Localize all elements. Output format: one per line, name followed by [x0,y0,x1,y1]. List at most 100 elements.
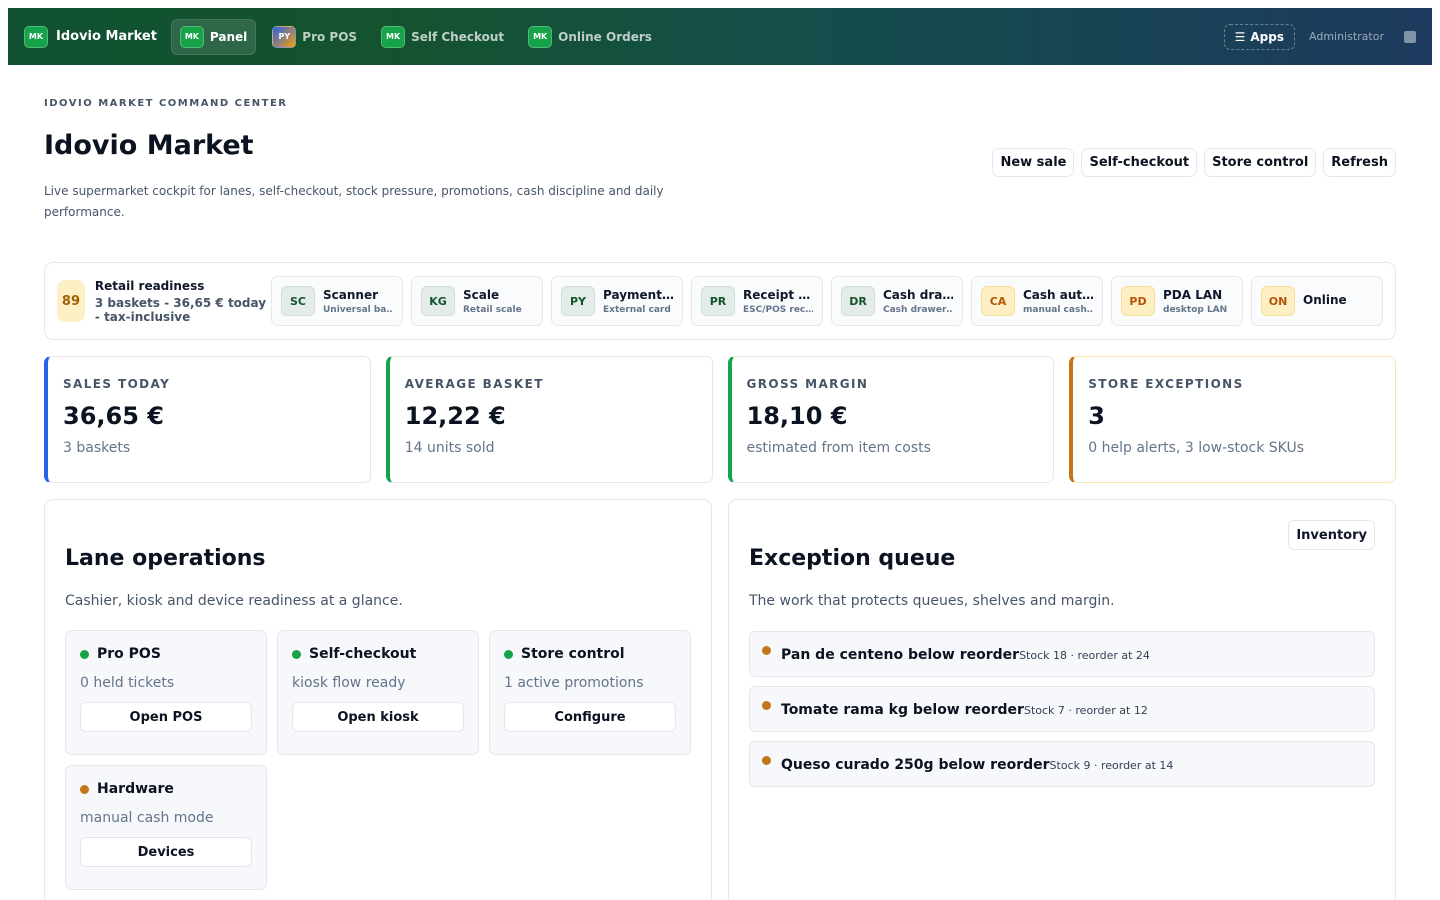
kpi-sub: 14 units sold [404,440,495,456]
online-icon: ON [1261,286,1295,316]
exception-title: Pan de centeno below reorder [781,647,1020,663]
exception-title: Queso curado 250g below reorder [781,757,1050,773]
exception-list: Pan de centeno below reorderStock 18 · r… [749,631,1375,787]
kpi-sub: 3 baskets [63,440,131,456]
user-menu-icon[interactable] [1404,30,1416,43]
device-sub: manual cash mode [1023,304,1093,315]
device-sub: ESC/POS receipt [743,304,813,315]
kpi-sub: 0 help alerts, 3 low-stock SKUs [1088,440,1304,456]
device-name: Receipt printer [743,287,813,302]
user-name[interactable]: Administrator [1309,30,1384,43]
page-eyebrow: IDOVIO MARKET COMMAND CENTER [44,98,288,109]
refresh-button[interactable]: Refresh [1323,148,1396,177]
exception-queue-panel: Inventory Exception queue The work that … [728,499,1396,900]
exception-meta: Stock 7 · reorder at 12 [1023,704,1148,717]
device-name: Online [1303,292,1347,307]
lane-status: 1 active promotions [504,675,644,691]
readiness-text: Retail readiness 3 baskets - 36,65 € tod… [95,279,269,324]
readiness-summary: 3 baskets - 36,65 € today - tax-inclusiv… [94,295,267,324]
lane-card-pro-pos: Pro POS 0 held tickets Open POS [65,630,267,755]
cash-drawer-icon: DR [841,286,875,316]
brand[interactable]: MK Idovio Market [24,25,157,48]
device-sub: Retail scale [463,304,522,315]
device-name: Cash drawer [883,287,953,302]
tab-panel[interactable]: MK Panel [170,18,257,55]
warning-dot-icon [762,756,771,765]
device-chip-receipt-printer[interactable]: PR Receipt printer ESC/POS receipt [691,276,823,326]
status-ok-icon [504,649,513,659]
lane-status: kiosk flow ready [292,675,406,691]
devices-button[interactable]: Devices [80,837,252,867]
exception-item[interactable]: Tomate rama kg below reorderStock 7 · re… [749,686,1375,732]
kpi-average-basket: AVERAGE BASKET 12,22 € 14 units sold [385,356,713,483]
device-chip-scale[interactable]: KG Scale Retail scale [411,276,543,326]
open-pos-button[interactable]: Open POS [80,702,252,732]
self-checkout-app-icon: MK [381,25,406,48]
device-chip-payment[interactable]: PY Payment terminal External card [551,276,683,326]
exception-meta: Stock 18 · reorder at 24 [1019,649,1150,662]
exception-item[interactable]: Pan de centeno below reorderStock 18 · r… [749,631,1375,677]
new-sale-button[interactable]: New sale [992,148,1075,177]
tab-online-orders[interactable]: MK Online Orders [520,20,660,54]
kpi-label: SALES TODAY [63,377,171,391]
kpi-label: STORE EXCEPTIONS [1088,377,1244,391]
lane-status: manual cash mode [80,810,214,826]
page-subtitle: Live supermarket cockpit for lanes, self… [44,184,664,219]
exception-title: Tomate rama kg below reorder [781,702,1024,718]
kpi-sales-today: SALES TODAY 36,65 € 3 baskets [44,356,371,483]
exception-queue-subtitle: The work that protects queues, shelves a… [749,593,1115,609]
scanner-icon: SC [281,286,315,316]
lane-operations-title: Lane operations [65,546,266,571]
apps-button[interactable]: ☰ Apps [1223,23,1295,50]
kpi-sub: estimated from item costs [746,440,931,456]
readiness-score: 89 [57,280,85,322]
open-kiosk-button[interactable]: Open kiosk [292,702,464,732]
status-warning-icon [80,784,89,794]
device-name: Payment terminal [603,287,673,302]
kpi-value: 3 [1088,402,1105,430]
kpi-value: 36,65 € [63,402,164,430]
configure-button[interactable]: Configure [504,702,676,732]
lane-name: Hardware [97,781,174,797]
payment-icon: PY [561,286,595,316]
device-sub: External card [603,304,671,315]
header-actions: New sale Self-checkout Store control Ref… [992,148,1396,177]
device-sub: Cash drawer kick [883,304,953,315]
brand-logo-icon: MK [24,25,48,48]
kpi-store-exceptions: STORE EXCEPTIONS 3 0 help alerts, 3 low-… [1069,356,1396,483]
menu-icon: ☰ [1234,29,1246,44]
device-chip-pda-lan[interactable]: PD PDA LAN desktop LAN [1111,276,1243,326]
store-control-button[interactable]: Store control [1204,148,1317,177]
device-sub: Universal barcode [323,304,393,315]
exception-meta: Stock 9 · reorder at 14 [1049,759,1174,772]
device-chip-cash-drawer[interactable]: DR Cash drawer Cash drawer kick [831,276,963,326]
lane-card-hardware: Hardware manual cash mode Devices [65,765,267,890]
top-navigation-bar: MK Idovio Market MK Panel PY Pro POS MK … [8,8,1432,65]
kpi-value: 12,22 € [404,402,506,430]
pda-icon: PD [1121,286,1155,316]
panel-app-icon: MK [179,25,204,48]
readiness-title: Retail readiness [94,278,205,293]
lane-name: Store control [521,646,625,662]
lane-name: Self-checkout [309,646,417,662]
exception-item[interactable]: Queso curado 250g below reorderStock 9 ·… [749,741,1375,787]
self-checkout-button[interactable]: Self-checkout [1081,148,1198,177]
apps-label: Apps [1250,29,1284,44]
lane-operations-panel: Lane operations Cashier, kiosk and devic… [44,499,712,900]
device-name: Cash automation [1023,287,1093,302]
lane-status: 0 held tickets [80,675,175,691]
device-chip-cash-automation[interactable]: CA Cash automation manual cash mode [971,276,1103,326]
device-sub: desktop LAN [1163,304,1228,315]
device-chip-online[interactable]: ON Online [1251,276,1383,326]
tab-label: Panel [209,29,248,44]
device-chip-scanner[interactable]: SC Scanner Universal barcode [271,276,403,326]
tab-label: Self Checkout [411,29,505,44]
status-ok-icon [292,649,301,659]
tab-pro-pos[interactable]: PY Pro POS [264,20,365,54]
kpi-gross-margin: GROSS MARGIN 18,10 € estimated from item… [727,356,1055,483]
inventory-button[interactable]: Inventory [1288,520,1375,550]
warning-dot-icon [762,701,771,710]
tab-self-checkout[interactable]: MK Self Checkout [373,20,512,54]
pro-pos-app-icon: PY [272,25,297,48]
readiness-strip: 89 Retail readiness 3 baskets - 36,65 € … [44,262,1396,340]
